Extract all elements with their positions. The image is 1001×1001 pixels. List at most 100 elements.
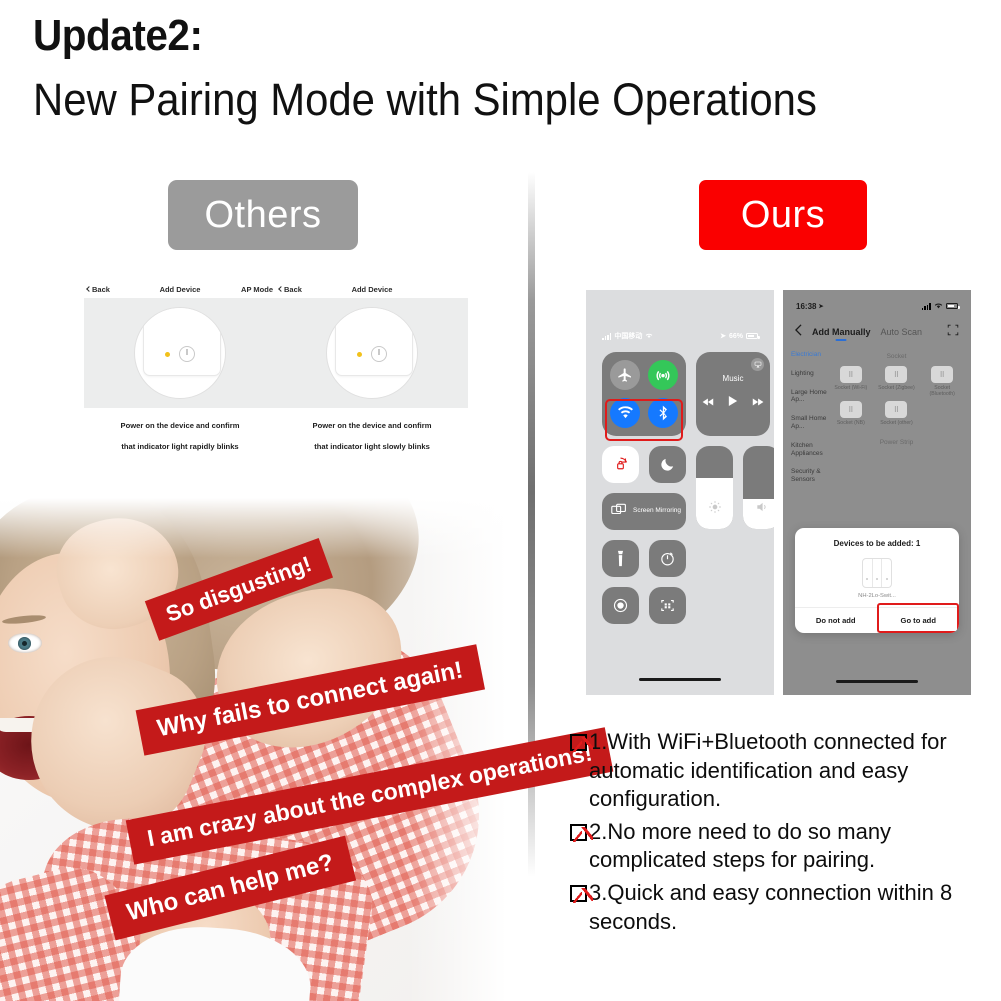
control-center-grid: Music Screen Mirroring	[586, 346, 774, 624]
socket-icon: ⠿	[931, 366, 954, 383]
power-button-icon	[179, 346, 195, 362]
section-title-socket: Socket	[886, 353, 907, 360]
battery-icon	[746, 333, 760, 339]
socket-tiles: ⠿ Socket (Wi-Fi) ⠿ Socket (Zigbee) ⠿ Soc…	[830, 366, 963, 427]
checklist-item: 3.Quick and easy connection within 8 sec…	[570, 879, 990, 936]
phone-control-center: 中国移动 ➤ 66% Music Screen Mirroring	[586, 290, 774, 695]
device-tile[interactable]: ⠿ Socket (Bluetooth)	[921, 366, 963, 397]
device-illustration	[276, 298, 468, 408]
device-tile-label: Socket (Bluetooth)	[929, 385, 955, 398]
device-tile[interactable]: ⠿ Socket (NB)	[830, 401, 872, 426]
screen-mirroring-icon	[611, 503, 627, 519]
volume-icon	[743, 500, 774, 519]
badge-others: Others	[168, 180, 358, 250]
checkbox-checked-icon	[570, 884, 593, 904]
app-nav-bar: Back Add Device	[276, 280, 468, 298]
checklist-item: 1.With WiFi+Bluetooth connected for auto…	[570, 728, 990, 814]
page-title: Update2:	[33, 11, 203, 60]
app-nav-bar: Add Manually Auto Scan	[783, 319, 971, 345]
badge-ours-label: Ours	[740, 193, 826, 236]
device-circle	[134, 307, 226, 399]
device-tile-label: Socket (Zigbee)	[878, 385, 915, 391]
dialog-device-name: NH-2Lo-Swit...	[858, 593, 896, 599]
checklist-item-text: 3.Quick and easy connection within 8 sec…	[589, 879, 953, 934]
airplay-icon[interactable]	[751, 358, 764, 371]
sidebar-item-security-sensors[interactable]: Security & Sensors	[791, 468, 830, 484]
music-title: Music	[722, 374, 744, 383]
app-screen-ap-mode: Back Add Device AP Mode Power on the dev…	[84, 280, 276, 450]
screen-record-button[interactable]	[602, 587, 639, 624]
tab-auto-scan[interactable]: Auto Scan	[881, 327, 923, 337]
app-screen-title: Add Device	[351, 284, 393, 294]
header: Update2: New Pairing Mode with Simple Op…	[33, 11, 993, 124]
previous-track-icon[interactable]	[702, 394, 715, 412]
sidebar-item-large-home-appliances[interactable]: Large Home Ap...	[791, 389, 830, 405]
indicator-led-icon	[357, 352, 362, 357]
carrier-label: 中国移动	[614, 333, 643, 340]
home-indicator	[836, 679, 918, 683]
tab-add-manually[interactable]: Add Manually	[812, 327, 871, 337]
cellular-data-toggle[interactable]	[648, 360, 678, 390]
qr-scanner-button[interactable]	[649, 587, 686, 624]
do-not-disturb-toggle[interactable]	[649, 446, 686, 483]
instruction-line-1: Power on the device and confirm	[312, 421, 432, 430]
back-button[interactable]	[795, 323, 802, 341]
device-tile[interactable]: ⠿ Socket (Zigbee)	[876, 366, 918, 397]
instruction-line-2: that indicator light slowly blinks	[314, 441, 430, 451]
device-illustration	[84, 298, 276, 408]
wifi-bluetooth-highlight	[605, 399, 683, 441]
music-widget[interactable]: Music	[696, 352, 770, 436]
device-body	[143, 308, 221, 376]
app-screen-title: Add Device	[159, 284, 201, 294]
badge-others-label: Others	[204, 193, 322, 236]
phone-add-device: 16:38 ➤ Add Manually Auto Scan Electrici…	[783, 290, 971, 695]
poster-root: Update2: New Pairing Mode with Simple Op…	[0, 0, 1001, 1001]
signal-bars-icon	[602, 332, 612, 340]
brightness-icon	[696, 500, 733, 519]
socket-icon: ⠿	[839, 401, 862, 419]
airplane-mode-toggle[interactable]	[610, 360, 640, 390]
timer-button[interactable]	[649, 540, 686, 577]
device-tile[interactable]: ⠿ Socket (other)	[876, 401, 918, 426]
indicator-led-icon	[165, 352, 170, 357]
wifi-status-icon	[645, 332, 653, 341]
home-indicator	[639, 677, 721, 681]
socket-icon: ⠿	[885, 366, 908, 383]
socket-icon: ⠿	[885, 401, 908, 419]
category-sidebar: Electrician Lighting Large Home Ap... Sm…	[783, 351, 830, 495]
sidebar-item-electrician[interactable]: Electrician	[791, 351, 830, 359]
checkbox-checked-icon	[570, 823, 593, 843]
flashlight-toggle[interactable]	[602, 540, 639, 577]
devices-found-dialog: Devices to be added: 1 NH-2Lo-Swit... Do…	[795, 528, 959, 633]
status-bar: 16:38 ➤	[783, 297, 971, 315]
rotation-lock-toggle[interactable]	[602, 446, 639, 483]
sidebar-item-kitchen-appliances[interactable]: Kitchen Appliances	[791, 442, 830, 458]
signal-bars-icon	[921, 302, 931, 310]
app-screen-ez-mode: Back Add Device Power on the device and …	[276, 280, 468, 450]
battery-percent: 66%	[728, 332, 743, 340]
photo-pupil	[18, 637, 31, 650]
screen-mirroring-button[interactable]: Screen Mirroring	[602, 493, 686, 530]
volume-slider[interactable]	[743, 446, 774, 529]
music-controls	[702, 394, 764, 412]
device-tile-label: Socket (NB)	[836, 420, 865, 427]
section-title-power-strip: Power Strip	[879, 438, 914, 446]
scan-icon[interactable]	[947, 323, 959, 341]
sidebar-item-small-home-appliances[interactable]: Small Home Ap...	[791, 415, 830, 431]
sidebar-item-lighting[interactable]: Lighting	[791, 370, 830, 378]
location-icon: ➤	[720, 333, 726, 340]
do-not-add-button[interactable]: Do not add	[795, 608, 877, 633]
photo-fade-top	[0, 498, 528, 558]
status-bar: 中国移动 ➤ 66%	[586, 326, 774, 346]
go-to-add-highlight	[877, 603, 959, 633]
dialog-device: NH-2Lo-Swit...	[795, 548, 959, 607]
next-track-icon[interactable]	[751, 394, 764, 412]
brightness-slider[interactable]	[696, 446, 733, 529]
device-tile[interactable]: ⠿ Socket (Wi-Fi)	[830, 366, 872, 397]
dialog-title: Devices to be added: 1	[833, 539, 921, 548]
device-body	[335, 308, 413, 376]
play-icon[interactable]	[728, 394, 738, 412]
badge-ours: Ours	[699, 180, 867, 250]
benefits-checklist: 1.With WiFi+Bluetooth connected for auto…	[570, 728, 990, 940]
power-button-icon	[371, 346, 387, 362]
